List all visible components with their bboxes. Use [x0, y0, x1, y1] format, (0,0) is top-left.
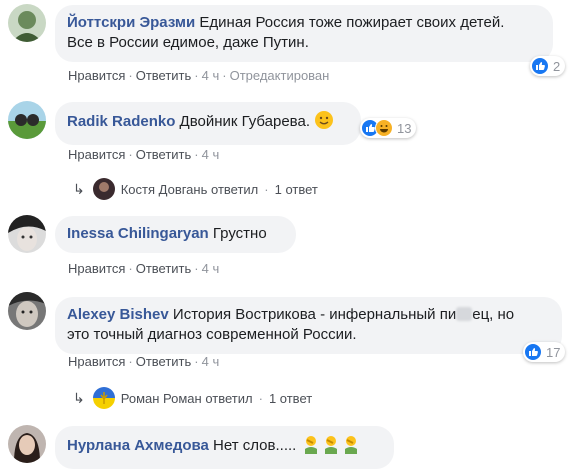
reply-verb: ответил	[211, 181, 259, 197]
avatar[interactable]	[8, 215, 46, 253]
reply-link[interactable]: Ответить	[136, 354, 192, 369]
like-link[interactable]: Нравится	[68, 147, 125, 162]
comment-bubble: Inessa Chilingaryan Грустно	[55, 216, 296, 253]
avatar[interactable]	[8, 292, 46, 330]
timestamp[interactable]: 4 ч	[202, 354, 220, 369]
haha-reaction-icon	[375, 119, 393, 137]
reactions-summary[interactable]: 13	[360, 118, 417, 138]
reply-author[interactable]: Костя Довгань	[121, 182, 208, 197]
reaction-count: 13	[397, 120, 412, 136]
reply-arrow-icon: ↳	[73, 180, 85, 197]
reply-count[interactable]: 1 ответ	[269, 391, 312, 406]
replies-summary[interactable]: ↳ Роман Роман ответил · 1 ответ	[73, 387, 312, 409]
man-facepalming-icon	[321, 434, 341, 460]
reply-author[interactable]: Роман Роман	[121, 391, 202, 406]
comment-actions: Нравится · Ответить · 4 ч	[68, 261, 220, 276]
avatar[interactable]	[8, 425, 46, 463]
comment-bubble: Нурлана Ахмедова Нет слов.....	[55, 426, 394, 469]
comment-actions: Нравится · Ответить · 4 ч	[68, 147, 220, 162]
comment-bubble: Йоттскри Эразми Единая Россия тоже пожир…	[55, 5, 553, 62]
comment-bubble: Alexey Bishev История Вострикова - инфер…	[55, 297, 562, 354]
timestamp[interactable]: 4 ч	[202, 147, 220, 162]
comment-text: Нет слов.....	[213, 437, 297, 454]
comment-text: это точный диагноз современной России.	[67, 326, 357, 343]
like-reaction-icon	[531, 57, 549, 75]
reaction-count: 2	[553, 58, 561, 74]
author-name[interactable]: Нурлана Ахмедова	[67, 437, 209, 454]
comment-text: ец, но	[472, 306, 515, 323]
timestamp[interactable]: 4 ч	[202, 261, 220, 276]
comment-actions: Нравится · Ответить · 4 ч	[68, 354, 220, 369]
reaction-count: 17	[546, 344, 561, 360]
reactions-summary[interactable]: 2	[530, 56, 566, 76]
slightly-smiling-face-icon	[314, 110, 334, 136]
comment-bubble: Radik Radenko Двойник Губарева.	[55, 102, 361, 145]
replies-summary[interactable]: ↳ Костя Довгань ответил · 1 ответ	[73, 178, 318, 200]
like-link[interactable]: Нравится	[68, 261, 125, 276]
edited-label[interactable]: Отредактирован	[230, 68, 330, 83]
man-facepalming-icon	[301, 434, 321, 460]
reply-link[interactable]: Ответить	[136, 261, 192, 276]
avatar	[92, 387, 115, 409]
reply-count[interactable]: 1 ответ	[275, 182, 318, 197]
blurred-text	[456, 307, 473, 321]
avatar	[92, 178, 115, 200]
author-name[interactable]: Inessa Chilingaryan	[67, 225, 209, 242]
comment-text: Грустно	[212, 225, 267, 242]
author-name[interactable]: Radik Radenko	[67, 113, 175, 130]
timestamp[interactable]: 4 ч	[202, 68, 220, 83]
author-name[interactable]: Йоттскри Эразми	[67, 14, 195, 31]
avatar[interactable]	[8, 101, 46, 139]
comment-actions: Нравится · Ответить · 4 ч · Отредактирован	[68, 68, 330, 83]
like-link[interactable]: Нравится	[68, 354, 125, 369]
author-name[interactable]: Alexey Bishev	[67, 306, 169, 323]
comment-text: Единая Россия тоже пожирает своих детей.	[199, 14, 505, 31]
like-link[interactable]: Нравится	[68, 68, 125, 83]
avatar[interactable]	[8, 4, 46, 42]
comment-text: Все в России едимое, даже Путин.	[67, 34, 309, 51]
comment-text: Двойник Губарева.	[179, 113, 310, 130]
comment-text: История Вострикова - инфернальный пи	[172, 306, 457, 323]
man-facepalming-icon	[341, 434, 361, 460]
reactions-summary[interactable]: 17	[523, 342, 566, 362]
reply-verb: ответил	[205, 390, 253, 406]
reply-arrow-icon: ↳	[73, 389, 85, 406]
reply-link[interactable]: Ответить	[136, 147, 192, 162]
reply-link[interactable]: Ответить	[136, 68, 192, 83]
like-reaction-icon	[524, 343, 542, 361]
